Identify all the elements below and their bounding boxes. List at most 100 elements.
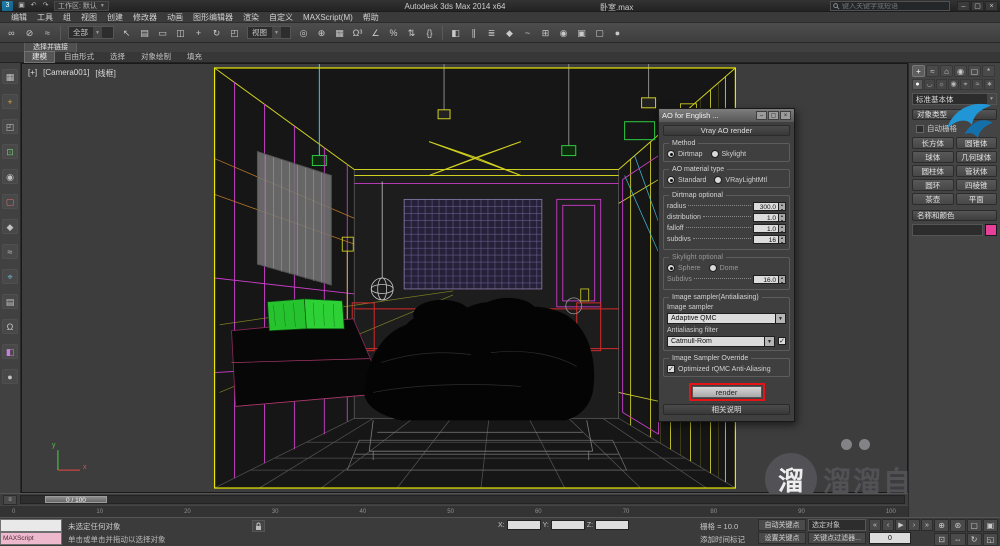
vertical-tool-icon[interactable]: ◆ (2, 219, 18, 234)
search-box[interactable] (830, 1, 950, 11)
menu-item[interactable]: 修改器 (128, 12, 162, 23)
vray-ao-rollout[interactable]: Vray AO render (663, 125, 790, 136)
selection-set-dropdown[interactable]: 选定对象 (808, 519, 866, 531)
go-to-end-button[interactable]: » (921, 519, 933, 531)
create-tab-icon[interactable]: + (912, 65, 925, 77)
primitive-button[interactable]: 几何球体 (955, 151, 997, 163)
antialiasing-filter-dropdown[interactable]: Catmull-Rom ▼ (667, 336, 775, 347)
time-slider-thumb[interactable]: 0 / 100 (45, 496, 107, 504)
redo-icon[interactable]: ↷ (40, 1, 51, 11)
vertical-tool-icon[interactable]: ▦ (2, 69, 18, 84)
vertical-tool-icon[interactable]: + (2, 94, 18, 109)
spinner-arrows[interactable]: ▴ ▾ (779, 275, 786, 284)
play-button[interactable]: ▶ (895, 519, 907, 531)
percent-snap-icon[interactable]: % (385, 25, 402, 41)
track-bar[interactable]: 0 10 20 30 40 50 60 70 80 90 100 (0, 505, 908, 517)
restore-button[interactable]: ▢ (971, 1, 984, 11)
next-frame-button[interactable]: › (908, 519, 920, 531)
menu-item[interactable]: 工具 (32, 12, 58, 23)
helpers-icon[interactable]: ⌖ (960, 79, 971, 90)
minimize-button[interactable]: – (957, 1, 970, 11)
selection-filter-dropdown[interactable]: 全部 ▼ (68, 26, 114, 39)
angle-snap-icon[interactable]: ∠ (367, 25, 384, 41)
bind-to-space-warp-icon[interactable]: ≈ (39, 25, 56, 41)
dialog-minimize-button[interactable]: – (756, 111, 767, 120)
previous-frame-button[interactable]: ‹ (882, 519, 894, 531)
render-production-icon[interactable]: ● (609, 25, 626, 41)
add-time-tag[interactable]: 添加时间标记 (700, 534, 745, 545)
ribbon-tab[interactable]: 选择 (103, 52, 132, 62)
lights-icon[interactable]: ☼ (936, 79, 947, 90)
ao-render-dialog[interactable]: AO for English ... – ▢ × Vray AO render Me… (658, 108, 795, 422)
spinner-field[interactable]: 16 (753, 235, 779, 244)
time-slider-track[interactable]: 0 / 100 (20, 495, 905, 504)
menu-item[interactable]: 渲染 (238, 12, 264, 23)
curve-editor-icon[interactable]: ~ (519, 25, 536, 41)
sphere-radio[interactable] (667, 264, 675, 272)
close-button[interactable]: × (985, 1, 998, 11)
ribbon-tab[interactable]: 自由形式 (57, 52, 101, 62)
select-by-name-icon[interactable]: ▤ (136, 25, 153, 41)
systems-icon[interactable]: ∗ (984, 79, 995, 90)
auto-key-button[interactable]: 自动关键点 (758, 519, 806, 531)
zoom-icon[interactable]: ⊕ (934, 519, 950, 532)
render-setup-icon[interactable]: ▣ (573, 25, 590, 41)
use-pivot-center-icon[interactable]: ◎ (295, 25, 312, 41)
modify-tab-icon[interactable]: ≈ (926, 65, 939, 77)
graphite-toggle-icon[interactable]: ◆ (501, 25, 518, 41)
autogrid-checkbox[interactable] (916, 124, 924, 133)
keyboard-override-icon[interactable]: ▦ (331, 25, 348, 41)
zoom-extents-icon[interactable]: ▢ (966, 519, 982, 532)
window-crossing-icon[interactable]: ◫ (172, 25, 189, 41)
vraylightmtl-radio[interactable] (714, 176, 723, 184)
skylight-radio[interactable] (710, 150, 719, 158)
workspace-selector[interactable]: 工作区: 默认 ▼ (54, 0, 109, 11)
select-and-rotate-icon[interactable]: ↻ (208, 25, 225, 41)
menu-item[interactable]: 视图 (76, 12, 102, 23)
vertical-tool-icon[interactable]: ● (2, 369, 18, 384)
image-sampler-dropdown[interactable]: Adaptive QMC ▼ (667, 313, 786, 324)
orbit-icon[interactable]: ↻ (966, 533, 982, 546)
menu-item[interactable]: 创建 (102, 12, 128, 23)
key-filters-button[interactable]: 关键点过滤器... (808, 532, 866, 544)
menu-item[interactable]: 组 (58, 12, 76, 23)
spinner-arrows[interactable]: ▴ ▾ (779, 235, 786, 244)
zoom-extents-all-icon[interactable]: ▣ (982, 519, 998, 532)
primitive-button[interactable]: 管状体 (955, 165, 997, 177)
menu-item[interactable]: 编辑 (6, 12, 32, 23)
select-and-scale-icon[interactable]: ◰ (226, 25, 243, 41)
space-warps-icon[interactable]: ≈ (972, 79, 983, 90)
dialog-titlebar[interactable]: AO for English ... – ▢ × (659, 109, 794, 122)
layer-manager-icon[interactable]: ≣ (483, 25, 500, 41)
vertical-tool-icon[interactable]: Ω (2, 319, 18, 334)
save-icon[interactable]: ▣ (16, 1, 27, 11)
ribbon-tab[interactable]: 对象绘制 (134, 52, 178, 62)
viewport-menu-plus[interactable]: [+] (28, 68, 37, 79)
vertical-tool-icon[interactable]: ⊡ (2, 144, 18, 159)
align-icon[interactable]: ∥ (465, 25, 482, 41)
search-input[interactable] (842, 2, 947, 10)
object-name-field[interactable] (912, 224, 983, 236)
current-frame-field[interactable]: 0 (869, 532, 911, 544)
primitive-button[interactable]: 四棱锥 (955, 179, 997, 191)
standard-material-radio[interactable] (667, 176, 675, 184)
spinner-arrows[interactable]: ▴ ▾ (779, 224, 786, 233)
spinner-field[interactable]: 16.0 (753, 275, 779, 284)
go-to-start-button[interactable]: « (869, 519, 881, 531)
primitive-button[interactable]: 平面 (955, 193, 997, 205)
display-tab-icon[interactable]: ▢ (968, 65, 981, 77)
filter-on-checkbox[interactable]: ✓ (778, 336, 786, 345)
name-color-rollout[interactable]: 名称和颜色 (912, 210, 997, 221)
dirtmap-radio[interactable] (667, 150, 675, 158)
zoom-all-icon[interactable]: ⊛ (950, 519, 966, 532)
spinner-field[interactable]: 1.0 (753, 224, 779, 233)
3dsmax-logo-icon[interactable]: 3 (2, 0, 13, 11)
undo-icon[interactable]: ↶ (28, 1, 39, 11)
dome-radio[interactable] (708, 264, 717, 272)
maxscript-macro-recorder[interactable]: MAXScript (0, 532, 62, 545)
notes-rollout[interactable]: 相关说明 (663, 404, 790, 415)
geometry-icon[interactable]: ● (912, 79, 923, 90)
mirror-icon[interactable]: ◧ (447, 25, 464, 41)
snap-toggle-icon[interactable]: Ω³ (349, 25, 366, 41)
motion-tab-icon[interactable]: ◉ (954, 65, 967, 77)
